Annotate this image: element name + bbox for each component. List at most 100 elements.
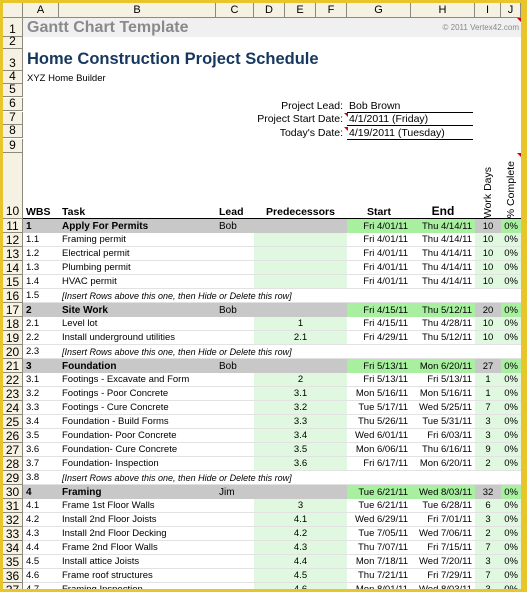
work-days-cell[interactable]: 7 [475,541,501,555]
predecessors-cell[interactable] [254,275,347,289]
wbs-cell[interactable]: 2.2 [23,331,59,345]
task-cell[interactable]: Install underground utilities [59,331,216,345]
task-cell[interactable]: Apply For Permits [59,219,216,233]
predecessors-cell[interactable]: 3.1 [254,387,347,401]
lead-cell[interactable] [216,527,254,541]
row-header[interactable]: 22 [3,373,23,387]
placeholder-row[interactable]: 16 1.5 [Insert Rows above this one, then H… [3,289,521,303]
task-row[interactable]: 31 4.1 Frame 1st Floor Walls 3 Tue 6/21/11 Tu… [3,499,521,513]
column-header-i[interactable]: I [475,3,501,17]
lead-cell[interactable]: Bob [216,303,254,317]
column-header-j[interactable]: J [501,3,521,17]
work-days-cell[interactable]: 3 [475,513,501,527]
project-lead-field[interactable]: Bob Brown [347,100,473,113]
start-date-cell[interactable]: Tue 5/17/11 [347,401,411,415]
pct-complete-cell[interactable]: 0% [501,331,521,345]
task-row[interactable]: 35 4.5 Install attice Joists 4.4 Mon 7/18/11… [3,555,521,569]
lead-cell[interactable] [216,415,254,429]
task-cell[interactable]: Foundation - Build Forms [59,415,216,429]
predecessors-cell[interactable] [254,247,347,261]
predecessors-cell[interactable]: 4.6 [254,583,347,589]
lead-cell[interactable] [216,317,254,331]
row-header[interactable]: 27 [3,443,23,457]
predecessors-cell[interactable]: 4.2 [254,527,347,541]
work-days-cell[interactable]: 27 [475,359,501,373]
pct-complete-cell[interactable]: 0% [501,359,521,373]
end-date-cell[interactable]: Mon 5/16/11 [411,387,475,401]
work-days-cell[interactable]: 10 [475,317,501,331]
wbs-cell[interactable]: 4.3 [23,527,59,541]
lead-cell[interactable] [216,583,254,589]
lead-cell[interactable] [216,247,254,261]
work-days-cell[interactable]: 10 [475,233,501,247]
start-date-cell[interactable]: Thu 5/26/11 [347,415,411,429]
task-cell[interactable]: Foundation- Cure Concrete [59,443,216,457]
task-cell[interactable]: Install 2nd Floor Decking [59,527,216,541]
wbs-cell[interactable]: 2.3 [23,345,59,359]
predecessors-cell[interactable]: 3.5 [254,443,347,457]
task-cell[interactable]: Footings - Cure Concrete [59,401,216,415]
predecessors-cell[interactable] [254,219,347,233]
end-date-cell[interactable]: Fri 6/03/11 [411,429,475,443]
comment-indicator[interactable] [344,127,348,131]
start-date-cell[interactable]: Thu 7/21/11 [347,569,411,583]
end-date-cell[interactable]: Thu 5/12/11 [411,303,475,317]
lead-cell[interactable] [216,331,254,345]
predecessors-cell[interactable] [254,233,347,247]
predecessors-cell[interactable]: 2 [254,373,347,387]
note-cell[interactable]: [Insert Rows above this one, then Hide o… [59,471,521,485]
row-header[interactable]: 29 [3,471,23,485]
task-cell[interactable]: Footings - Excavate and Form [59,373,216,387]
pct-complete-cell[interactable]: 0% [501,429,521,443]
task-row[interactable]: 14 1.3 Plumbing permit Fri 4/01/11 Thu 4/14/… [3,261,521,275]
start-date-cell[interactable]: Mon 8/01/11 [347,583,411,589]
predecessors-cell[interactable] [254,485,347,499]
start-date-cell[interactable]: Tue 7/05/11 [347,527,411,541]
pct-complete-cell[interactable]: 0% [501,443,521,457]
task-row[interactable]: 23 3.2 Footings - Poor Concrete 3.1 Mon 5/16… [3,387,521,401]
row-header[interactable]: 13 [3,247,23,261]
row-header[interactable]: 23 [3,387,23,401]
task-cell[interactable]: Framing permit [59,233,216,247]
work-days-cell[interactable]: 1 [475,387,501,401]
work-days-cell[interactable]: 32 [475,485,501,499]
placeholder-row[interactable]: 20 2.3 [Insert Rows above this one, then H… [3,345,521,359]
end-date-cell[interactable]: Fri 5/13/11 [411,373,475,387]
start-date-cell[interactable]: Mon 6/06/11 [347,443,411,457]
row-header[interactable]: 35 [3,555,23,569]
row-header[interactable]: 11 [3,219,23,233]
column-header-a[interactable]: A [23,3,59,17]
lead-cell[interactable] [216,569,254,583]
end-date-cell[interactable]: Thu 4/28/11 [411,317,475,331]
wbs-cell[interactable]: 3.6 [23,443,59,457]
lead-cell[interactable] [216,373,254,387]
summary-row[interactable]: 30 4 Framing Jim Tue 6/21/11 Wed 8/03/11 32 0% [3,485,521,499]
row-header[interactable]: 36 [3,569,23,583]
start-date-cell[interactable]: Fri 4/01/11 [347,233,411,247]
wbs-cell[interactable]: 3 [23,359,59,373]
pct-complete-cell[interactable]: 0% [501,247,521,261]
wbs-cell[interactable]: 4.4 [23,541,59,555]
task-cell[interactable]: Framing Inspection [59,583,216,589]
wbs-cell[interactable]: 3.5 [23,429,59,443]
column-header-f[interactable]: F [316,3,347,17]
column-header-g[interactable]: G [347,3,411,17]
task-row[interactable]: 24 3.3 Footings - Cure Concrete 3.2 Tue 5/17… [3,401,521,415]
work-days-cell[interactable]: 9 [475,443,501,457]
start-date-cell[interactable]: Fri 4/01/11 [347,219,411,233]
pct-complete-cell[interactable]: 0% [501,303,521,317]
start-date-cell[interactable]: Fri 4/01/11 [347,275,411,289]
row-header[interactable]: 14 [3,261,23,275]
predecessors-cell[interactable]: 3.2 [254,401,347,415]
start-date-cell[interactable]: Mon 5/16/11 [347,387,411,401]
task-cell[interactable]: Framing [59,485,216,499]
start-date-cell[interactable]: Tue 6/21/11 [347,499,411,513]
predecessors-cell[interactable] [254,359,347,373]
work-days-cell[interactable]: 1 [475,373,501,387]
task-row[interactable]: 18 2.1 Level lot 1 Fri 4/15/11 Thu 4/28/11 10 0… [3,317,521,331]
pct-complete-cell[interactable]: 0% [501,219,521,233]
task-cell[interactable]: Foundation- Inspection [59,457,216,471]
task-cell[interactable]: Level lot [59,317,216,331]
end-date-cell[interactable]: Mon 6/20/11 [411,457,475,471]
task-cell[interactable]: Foundation [59,359,216,373]
